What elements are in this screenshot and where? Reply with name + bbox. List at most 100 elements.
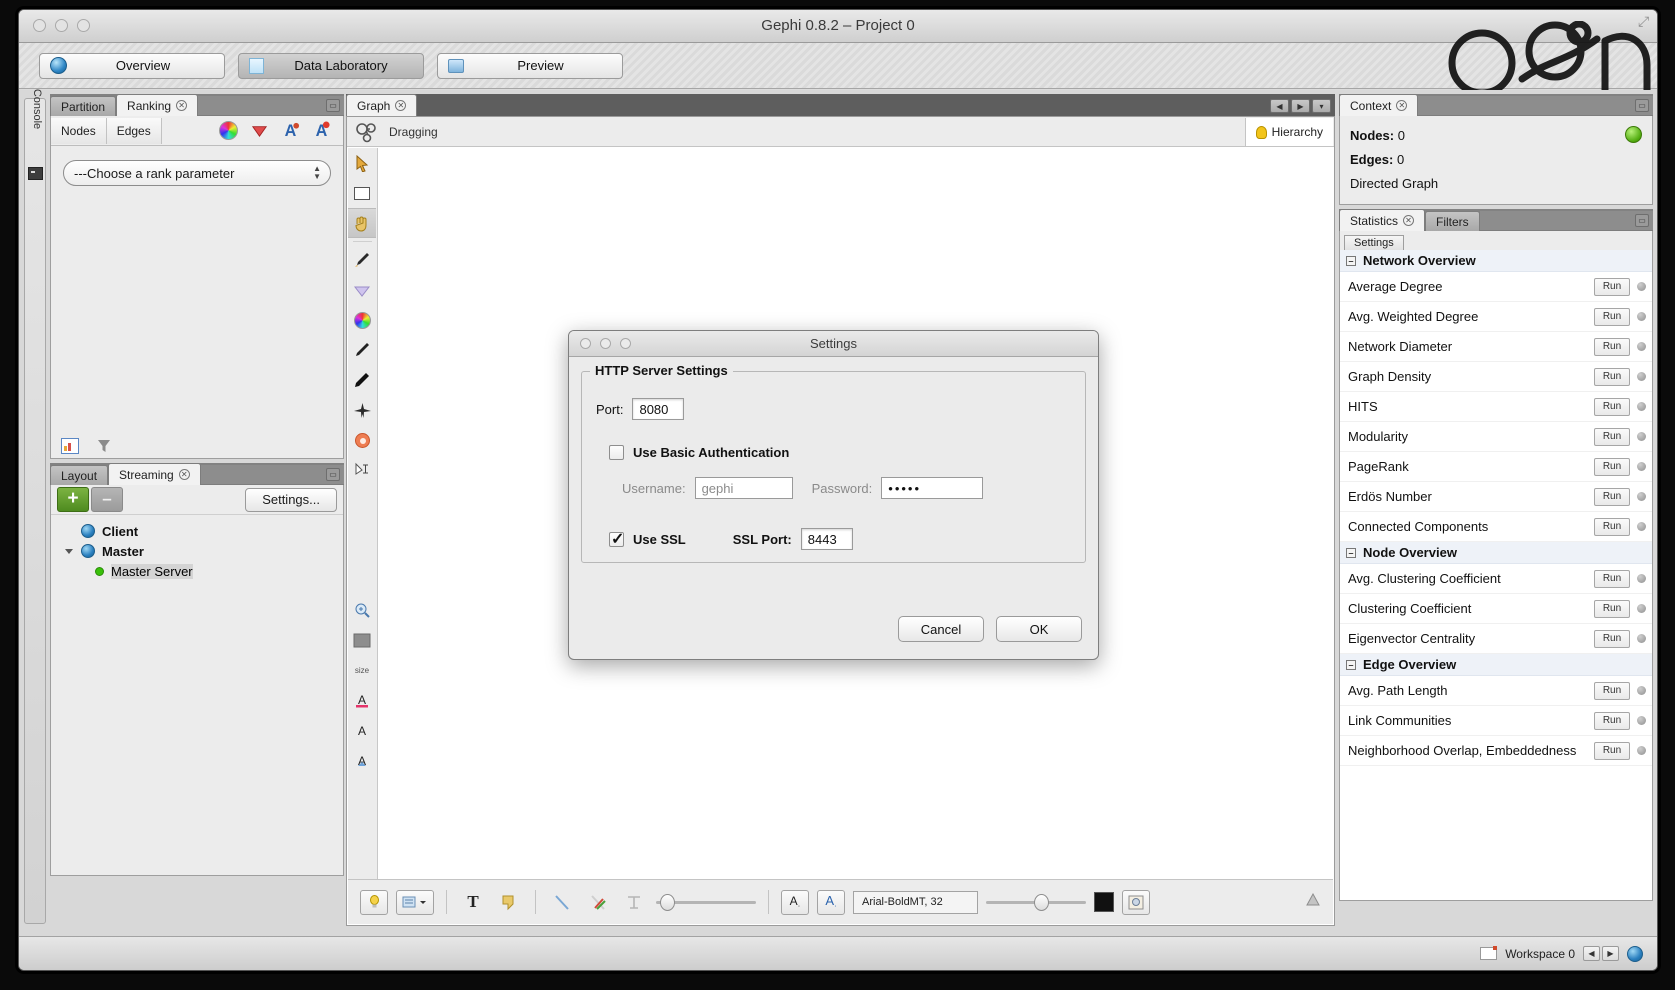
rank-parameter-select[interactable]: ---Choose a rank parameter ▲▼	[63, 160, 331, 186]
close-icon[interactable]: ✕	[179, 469, 190, 480]
tab-context[interactable]: Context ✕	[1339, 94, 1418, 116]
run-button[interactable]: Run	[1594, 458, 1630, 476]
slider-knob[interactable]	[660, 894, 675, 911]
mode-button-preview[interactable]: Preview	[437, 53, 623, 79]
label-color-swatch[interactable]	[1094, 892, 1114, 912]
label-plain-tool[interactable]: A	[348, 715, 376, 745]
decrease-font-button[interactable]: A·	[781, 890, 809, 915]
run-button[interactable]: Run	[1594, 428, 1630, 446]
subtab-settings[interactable]: Settings	[1344, 235, 1404, 250]
use-basic-auth-checkbox[interactable]	[609, 445, 624, 460]
report-button[interactable]	[1630, 399, 1652, 414]
tab-next-icon[interactable]: ▶	[1291, 99, 1310, 113]
cancel-button[interactable]: Cancel	[898, 616, 984, 642]
close-icon[interactable]: ✕	[1403, 215, 1414, 226]
tab-list-icon[interactable]: ▾	[1312, 99, 1331, 113]
report-button[interactable]	[1630, 459, 1652, 474]
statistics-group-header[interactable]: – Edge Overview	[1340, 654, 1652, 676]
diamond-tool[interactable]	[348, 275, 376, 305]
background-color-tool[interactable]	[348, 625, 376, 655]
password-input[interactable]: •••••	[881, 477, 983, 499]
statistics-row[interactable]: Average DegreeRun	[1340, 272, 1652, 302]
chevron-down-icon[interactable]	[65, 549, 73, 554]
node-label-button[interactable]	[495, 890, 523, 915]
color-wheel-icon[interactable]	[219, 121, 238, 140]
node-size-tool[interactable]: size	[348, 655, 376, 685]
statistics-row[interactable]: Erdös NumberRun	[1340, 482, 1652, 512]
size-a-icon[interactable]: A	[281, 121, 300, 140]
username-input[interactable]: gephi	[695, 477, 793, 499]
ssl-port-input[interactable]: 8443	[801, 528, 853, 550]
filter-icon[interactable]	[97, 438, 111, 454]
run-button[interactable]: Run	[1594, 570, 1630, 588]
node-size-slider[interactable]	[656, 892, 756, 912]
tab-layout[interactable]: Layout	[50, 465, 108, 485]
statistics-row[interactable]: Clustering CoefficientRun	[1340, 594, 1652, 624]
font-field[interactable]: Arial-BoldMT, 32	[853, 891, 978, 914]
run-button[interactable]: Run	[1594, 600, 1630, 618]
label-color-tool[interactable]: A	[348, 685, 376, 715]
diamond-icon[interactable]	[250, 121, 269, 140]
pencil-tool[interactable]	[348, 335, 376, 365]
ok-button[interactable]: OK	[996, 616, 1082, 642]
report-button[interactable]	[1630, 309, 1652, 324]
tree-item-master[interactable]: Master	[51, 541, 343, 561]
workspace-nav[interactable]: ◀ ▶	[1583, 946, 1619, 961]
graph-tab-nav[interactable]: ◀ ▶ ▾	[1270, 99, 1331, 113]
run-button[interactable]: Run	[1594, 518, 1630, 536]
label-size-slider[interactable]	[986, 892, 1086, 912]
rectangle-select-tool[interactable]	[348, 178, 376, 208]
color-wheel-tool[interactable]	[348, 305, 376, 335]
statistics-row[interactable]: Avg. Clustering CoefficientRun	[1340, 564, 1652, 594]
minimize-panel-icon[interactable]: ▭	[1635, 99, 1649, 112]
donut-tool[interactable]	[348, 425, 376, 455]
statistics-row[interactable]: ModularityRun	[1340, 422, 1652, 452]
add-stream-button[interactable]: +	[57, 487, 89, 512]
zoom-tool[interactable]	[348, 595, 376, 625]
statistics-row[interactable]: Link CommunitiesRun	[1340, 706, 1652, 736]
run-button[interactable]: Run	[1594, 368, 1630, 386]
show-labels-button[interactable]	[360, 890, 388, 915]
increase-font-button[interactable]: A·	[817, 890, 845, 915]
run-button[interactable]: Run	[1594, 308, 1630, 326]
streaming-settings-button[interactable]: Settings...	[245, 488, 337, 512]
ranking-edges-button[interactable]: Edges	[107, 118, 162, 144]
tab-prev-icon[interactable]: ◀	[1270, 99, 1289, 113]
report-button[interactable]	[1630, 369, 1652, 384]
pen-tool[interactable]	[348, 365, 376, 395]
run-button[interactable]: Run	[1594, 488, 1630, 506]
edge-create-tool[interactable]	[348, 455, 376, 485]
tab-graph[interactable]: Graph ✕	[346, 94, 417, 116]
tree-item-client[interactable]: Client	[51, 521, 343, 541]
chart-icon[interactable]	[61, 438, 79, 454]
run-button[interactable]: Run	[1594, 630, 1630, 648]
run-button[interactable]: Run	[1594, 712, 1630, 730]
status-globe-icon[interactable]	[1627, 946, 1643, 962]
hierarchy-button[interactable]: Hierarchy	[1245, 118, 1333, 146]
basic-auth-row[interactable]: Use Basic Authentication	[609, 445, 789, 460]
console-icon[interactable]	[28, 167, 43, 180]
report-button[interactable]	[1630, 683, 1652, 698]
slider-knob[interactable]	[1034, 894, 1049, 911]
paint-brush-tool[interactable]	[348, 245, 376, 275]
statistics-row[interactable]: Eigenvector CentralityRun	[1340, 624, 1652, 654]
statistics-row[interactable]: Network DiameterRun	[1340, 332, 1652, 362]
statistics-group-header[interactable]: – Network Overview	[1340, 250, 1652, 272]
report-button[interactable]	[1630, 571, 1652, 586]
airplane-tool[interactable]	[348, 395, 376, 425]
console-rail[interactable]: Console	[24, 98, 46, 924]
bold-text-button[interactable]: T	[459, 890, 487, 915]
edge-color-button[interactable]	[584, 890, 612, 915]
run-button[interactable]: Run	[1594, 278, 1630, 296]
report-button[interactable]	[1630, 601, 1652, 616]
tab-filters[interactable]: Filters	[1425, 211, 1480, 231]
minimize-panel-icon[interactable]: ▭	[1635, 214, 1649, 227]
run-button[interactable]: Run	[1594, 682, 1630, 700]
collapse-icon[interactable]: –	[1346, 660, 1356, 670]
report-button[interactable]	[1630, 743, 1652, 758]
label-blue-tool[interactable]: A	[348, 745, 376, 775]
report-button[interactable]	[1630, 489, 1652, 504]
collapse-icon[interactable]: –	[1346, 256, 1356, 266]
cursor-tool[interactable]	[348, 148, 376, 178]
run-button[interactable]: Run	[1594, 338, 1630, 356]
